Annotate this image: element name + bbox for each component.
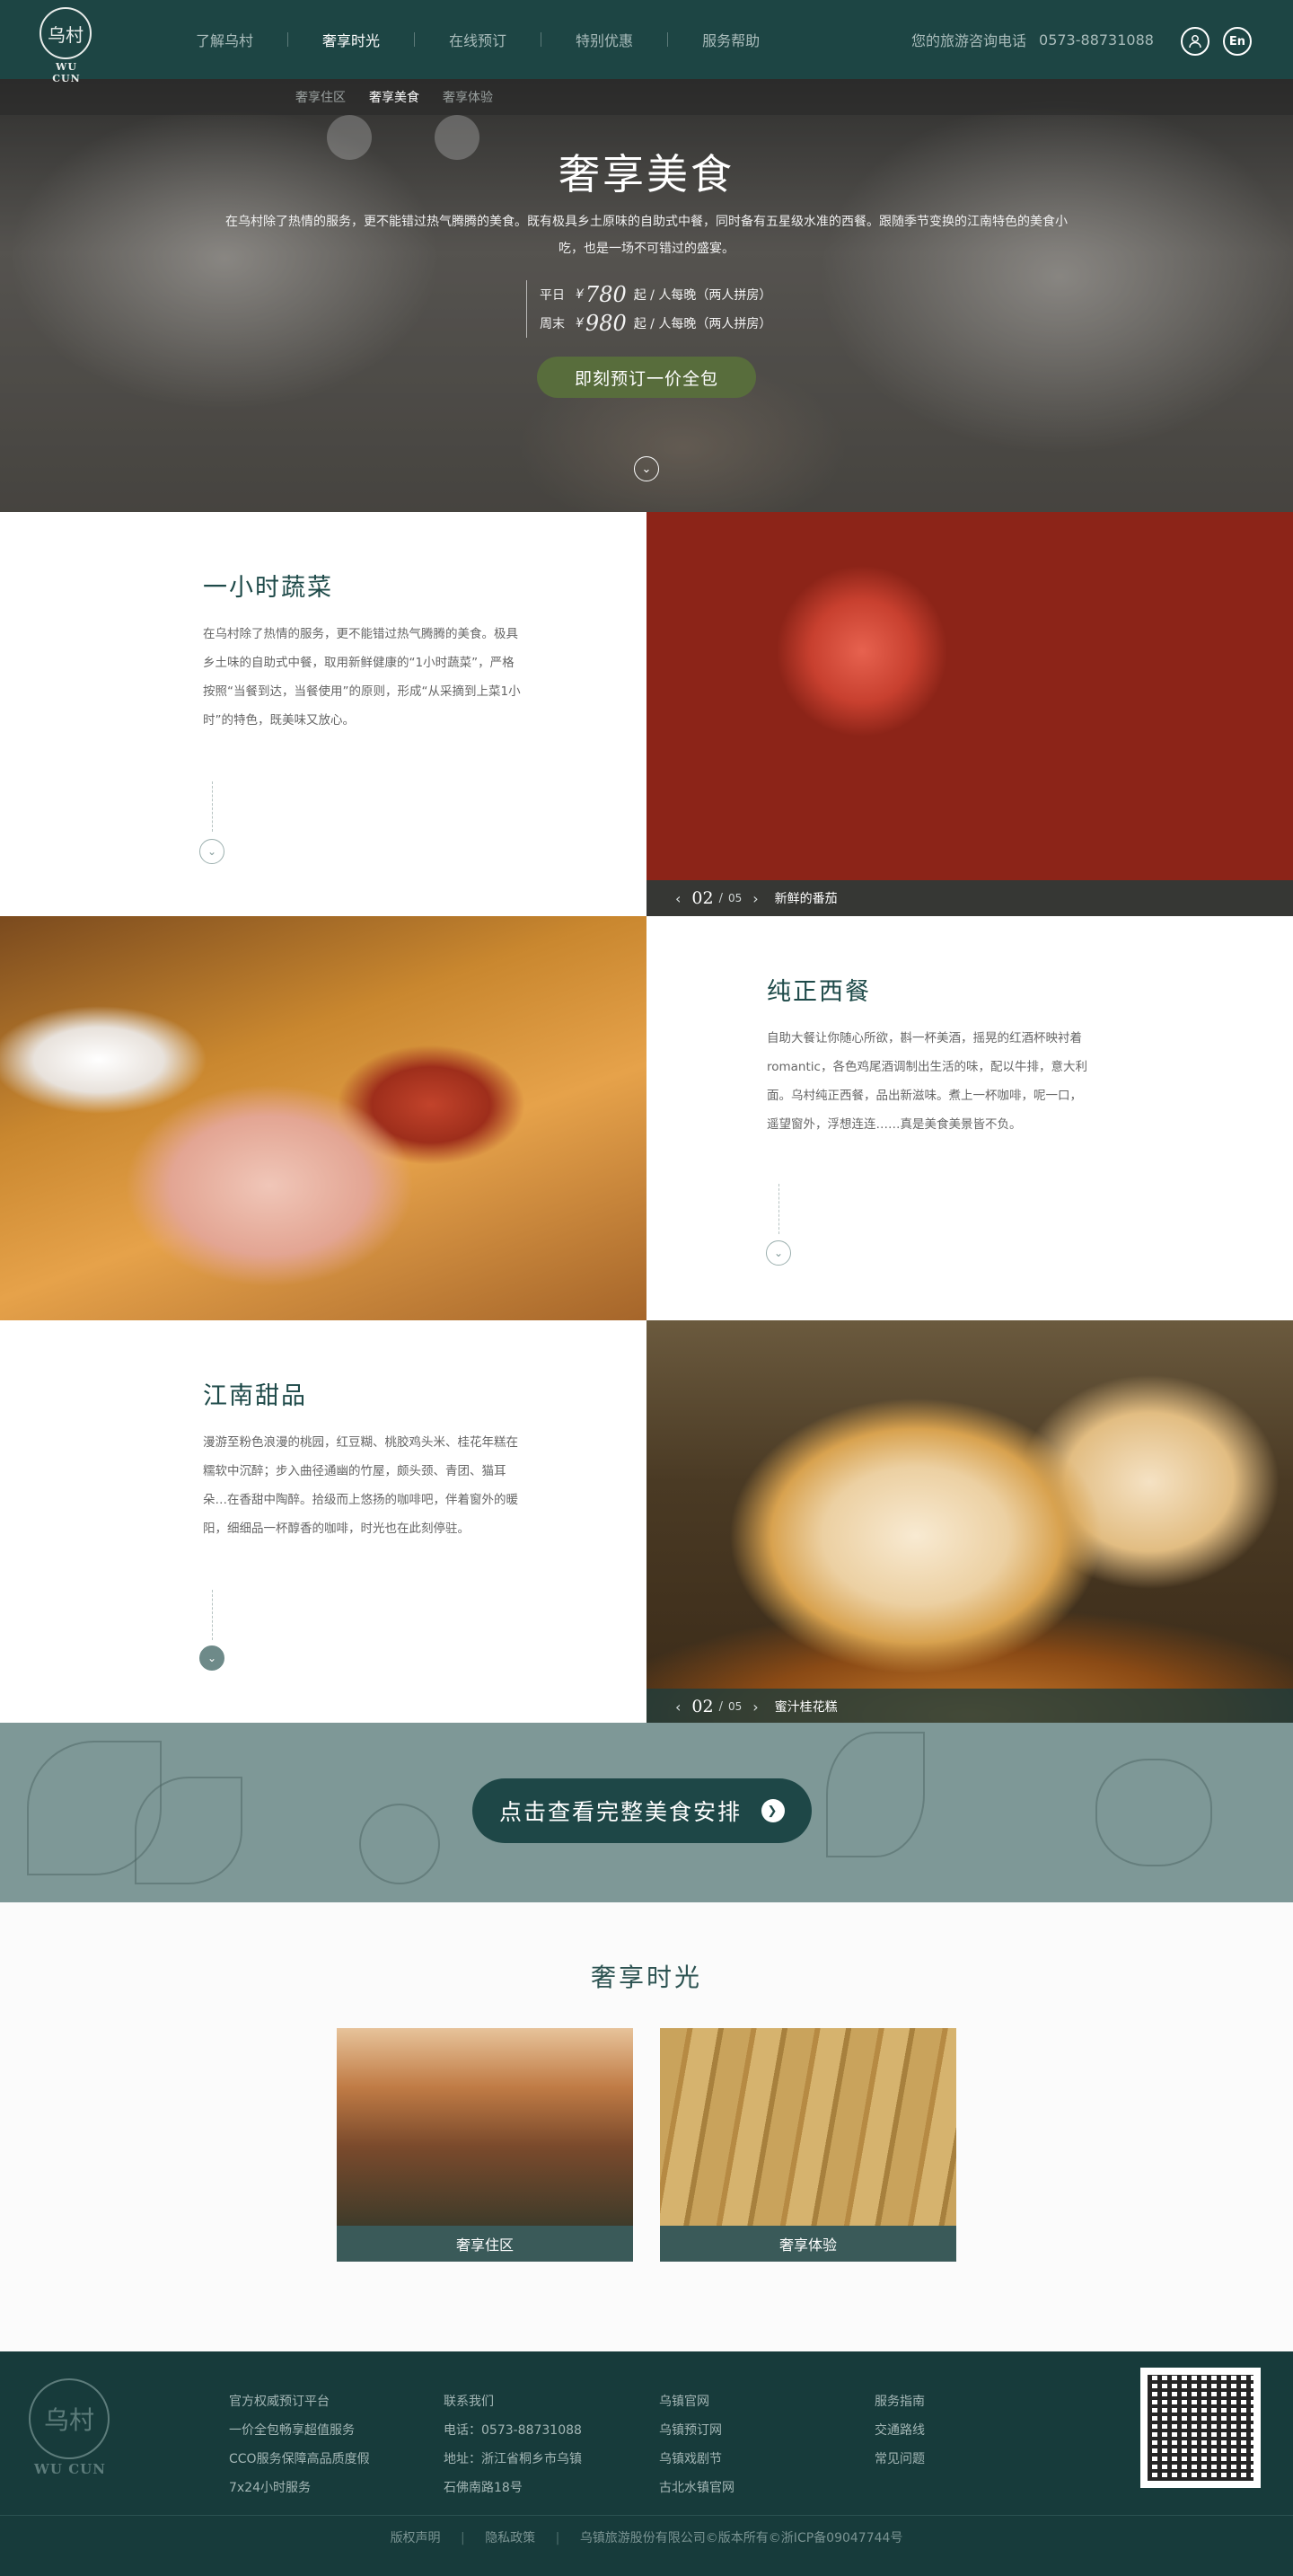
- view-full-menu-button[interactable]: 点击查看完整美食安排 ❯: [472, 1778, 812, 1843]
- nav-item-luxury-time[interactable]: 奢享时光: [288, 29, 414, 50]
- pepper-decoration: [1095, 1759, 1212, 1866]
- luxury-experience-photo: [660, 2028, 956, 2226]
- section-western-food: 纯正西餐 自助大餐让你随心所欲，斟一杯美酒，摇晃的红酒杯映衬着romantic，…: [0, 916, 1293, 1320]
- language-switch-button[interactable]: En: [1223, 27, 1252, 56]
- garlic-decoration: [359, 1804, 440, 1884]
- luxury-stay-photo: [337, 2028, 633, 2226]
- section-title: 江南甜品: [203, 1382, 307, 1410]
- section-title: 一小时蔬菜: [203, 574, 333, 602]
- site-footer: 乌村 WU CUN 官方权威预订平台 一价全包畅享超值服务 CCO服务保障高品质…: [0, 2351, 1293, 2576]
- chevron-left-icon[interactable]: ‹: [675, 890, 681, 907]
- nav-item-about[interactable]: 了解乌村: [162, 29, 287, 50]
- full-menu-banner: 点击查看完整美食安排 ❯: [0, 1723, 1293, 1902]
- caption-title: 新鲜的番茄: [774, 892, 838, 906]
- section-description: 在乌村除了热情的服务，更不能错过热气腾腾的美食。极具乡土味的自助式中餐，取用新鲜…: [203, 627, 521, 728]
- chevron-left-icon[interactable]: ‹: [675, 1698, 681, 1716]
- footer-column-contact: 联系我们 电话：0573-88731088 地址：浙江省桐乡市乌镇 石佛南路18…: [444, 2387, 582, 2502]
- section-title: 纯正西餐: [767, 978, 871, 1006]
- privacy-policy-link[interactable]: 隐私政策: [485, 2531, 535, 2545]
- section-desserts: 江南甜品 漫游至粉色浪漫的桃园，红豆糊、桃胶鸡头米、桂花年糕在糯软中沉醉；步入曲…: [0, 1320, 1293, 1725]
- contact-us-link[interactable]: 联系我们: [444, 2387, 582, 2416]
- copyright-statement-link[interactable]: 版权声明: [391, 2531, 441, 2545]
- photo-caption: ‹ 02 / 05 › 蜜汁桂花糕: [646, 1689, 1293, 1725]
- subnav-item-luxury-experience[interactable]: 奢享体验: [443, 88, 493, 106]
- luxury-experience-card[interactable]: 奢享体验: [660, 2028, 956, 2262]
- hotline-label: 您的旅游咨询电话: [911, 32, 1027, 49]
- footer-link[interactable]: 乌镇官网: [659, 2387, 734, 2416]
- top-navigation-bar: 乌村 WU CUN 了解乌村 奢享时光 在线预订 特别优惠 服务帮助 您的旅游咨…: [0, 0, 1293, 84]
- section-heading: 奢享时光: [590, 1963, 702, 1992]
- cold-cuts-photo: [0, 916, 646, 1320]
- footer-logo: 乌村 WU CUN: [29, 2378, 111, 2479]
- footer-link[interactable]: 交通路线: [875, 2416, 925, 2445]
- chevron-down-icon[interactable]: ⌄: [766, 1240, 791, 1266]
- dotted-divider: [778, 1184, 779, 1234]
- herb-decoration: [826, 1732, 925, 1857]
- arrow-right-icon: ❯: [761, 1799, 785, 1822]
- company-copyright: 乌镇旅游股份有限公司©版本所有©浙ICP备09047744号: [579, 2531, 903, 2545]
- nav-item-special-offers[interactable]: 特别优惠: [541, 29, 667, 50]
- nav-item-service-help[interactable]: 服务帮助: [668, 29, 794, 50]
- logo-wordmark: WU CUN: [52, 61, 81, 84]
- user-icon[interactable]: [1181, 27, 1209, 56]
- leaf-decoration: [135, 1777, 242, 1884]
- footer-link[interactable]: 服务指南: [875, 2387, 925, 2416]
- chevron-right-icon[interactable]: ›: [752, 1698, 758, 1716]
- nav-item-online-booking[interactable]: 在线预订: [415, 29, 541, 50]
- price-list: 平日 ¥ 780 起 / 人每晚（两人拼房） 周末 ¥ 980 起 / 人每晚（…: [526, 280, 771, 338]
- qr-code: [1140, 2368, 1261, 2488]
- dotted-divider: [212, 781, 213, 832]
- site-logo[interactable]: 乌村 WU CUN: [40, 7, 93, 84]
- subnav-item-luxury-food[interactable]: 奢享美食: [369, 88, 419, 106]
- chevron-down-icon[interactable]: ⌄: [199, 839, 224, 864]
- hero-description: 在乌村除了热情的服务，更不能错过热气腾腾的美食。既有极具乡土原味的自助式中餐，同…: [225, 215, 1068, 256]
- footer-link[interactable]: 乌镇预订网: [659, 2416, 734, 2445]
- tomato-photo: ‹ 02 / 05 › 新鲜的番茄: [646, 512, 1293, 916]
- photo-caption: ‹ 02 / 05 › 新鲜的番茄: [646, 880, 1293, 916]
- chevron-down-icon[interactable]: ⌄: [634, 456, 659, 481]
- caption-title: 蜜汁桂花糕: [774, 1700, 838, 1715]
- footer-column-help: 服务指南 交通路线 常见问题: [875, 2387, 925, 2474]
- hotline-number: 0573-88731088: [1039, 31, 1154, 49]
- footer-column-partner-links: 乌镇官网 乌镇预订网 乌镇戏剧节 古北水镇官网: [659, 2387, 734, 2502]
- sub-navigation: 奢享住区 奢享美食 奢享体验: [0, 79, 1293, 115]
- price-weekday: 平日 ¥ 780 起 / 人每晚（两人拼房）: [540, 282, 772, 307]
- copyright-bar: 版权声明 | 隐私政策 | 乌镇旅游股份有限公司©版本所有©浙ICP备09047…: [390, 2531, 903, 2545]
- section-vegetables: 一小时蔬菜 在乌村除了热情的服务，更不能错过热气腾腾的美食。极具乡土味的自助式中…: [0, 512, 1293, 916]
- hero-title: 奢享美食: [559, 150, 734, 198]
- footer-link[interactable]: 常见问题: [875, 2445, 925, 2474]
- luxury-time-section: 奢享时光 奢享住区 奢享体验: [0, 1902, 1293, 2351]
- section-description: 自助大餐让你随心所欲，斟一杯美酒，摇晃的红酒杯映衬着romantic，各色鸡尾酒…: [767, 1031, 1087, 1132]
- book-now-button[interactable]: 即刻预订一价全包: [537, 357, 756, 398]
- logo-emblem: 乌村: [40, 7, 92, 59]
- footer-column-services: 官方权威预订平台 一价全包畅享超值服务 CCO服务保障高品质度假 7x24小时服…: [229, 2395, 370, 2495]
- osmanthus-cake-photo: ‹ 02 / 05 › 蜜汁桂花糕: [646, 1320, 1293, 1725]
- section-description: 漫游至粉色浪漫的桃园，红豆糊、桃胶鸡头米、桂花年糕在糯软中沉醉；步入曲径通幽的竹…: [203, 1435, 518, 1536]
- hotline: 您的旅游咨询电话 0573-88731088: [911, 0, 1154, 79]
- footer-link[interactable]: 乌镇戏剧节: [659, 2445, 734, 2474]
- subnav-item-luxury-stay[interactable]: 奢享住区: [295, 88, 346, 106]
- footer-divider: [0, 2515, 1293, 2516]
- hero-banner: 奢享美食 在乌村除了热情的服务，更不能错过热气腾腾的美食。既有极具乡土原味的自助…: [0, 79, 1293, 512]
- dotted-divider: [212, 1590, 213, 1640]
- chevron-down-icon[interactable]: ⌄: [199, 1645, 224, 1671]
- chevron-right-icon[interactable]: ›: [752, 890, 758, 907]
- price-weekend: 周末 ¥ 980 起 / 人每晚（两人拼房）: [540, 311, 772, 336]
- luxury-stay-card[interactable]: 奢享住区: [337, 2028, 633, 2262]
- main-nav: 了解乌村 奢享时光 在线预订 特别优惠 服务帮助: [162, 0, 794, 79]
- card-label: 奢享体验: [660, 2226, 956, 2262]
- footer-link[interactable]: 古北水镇官网: [659, 2474, 734, 2502]
- card-label: 奢享住区: [337, 2226, 633, 2262]
